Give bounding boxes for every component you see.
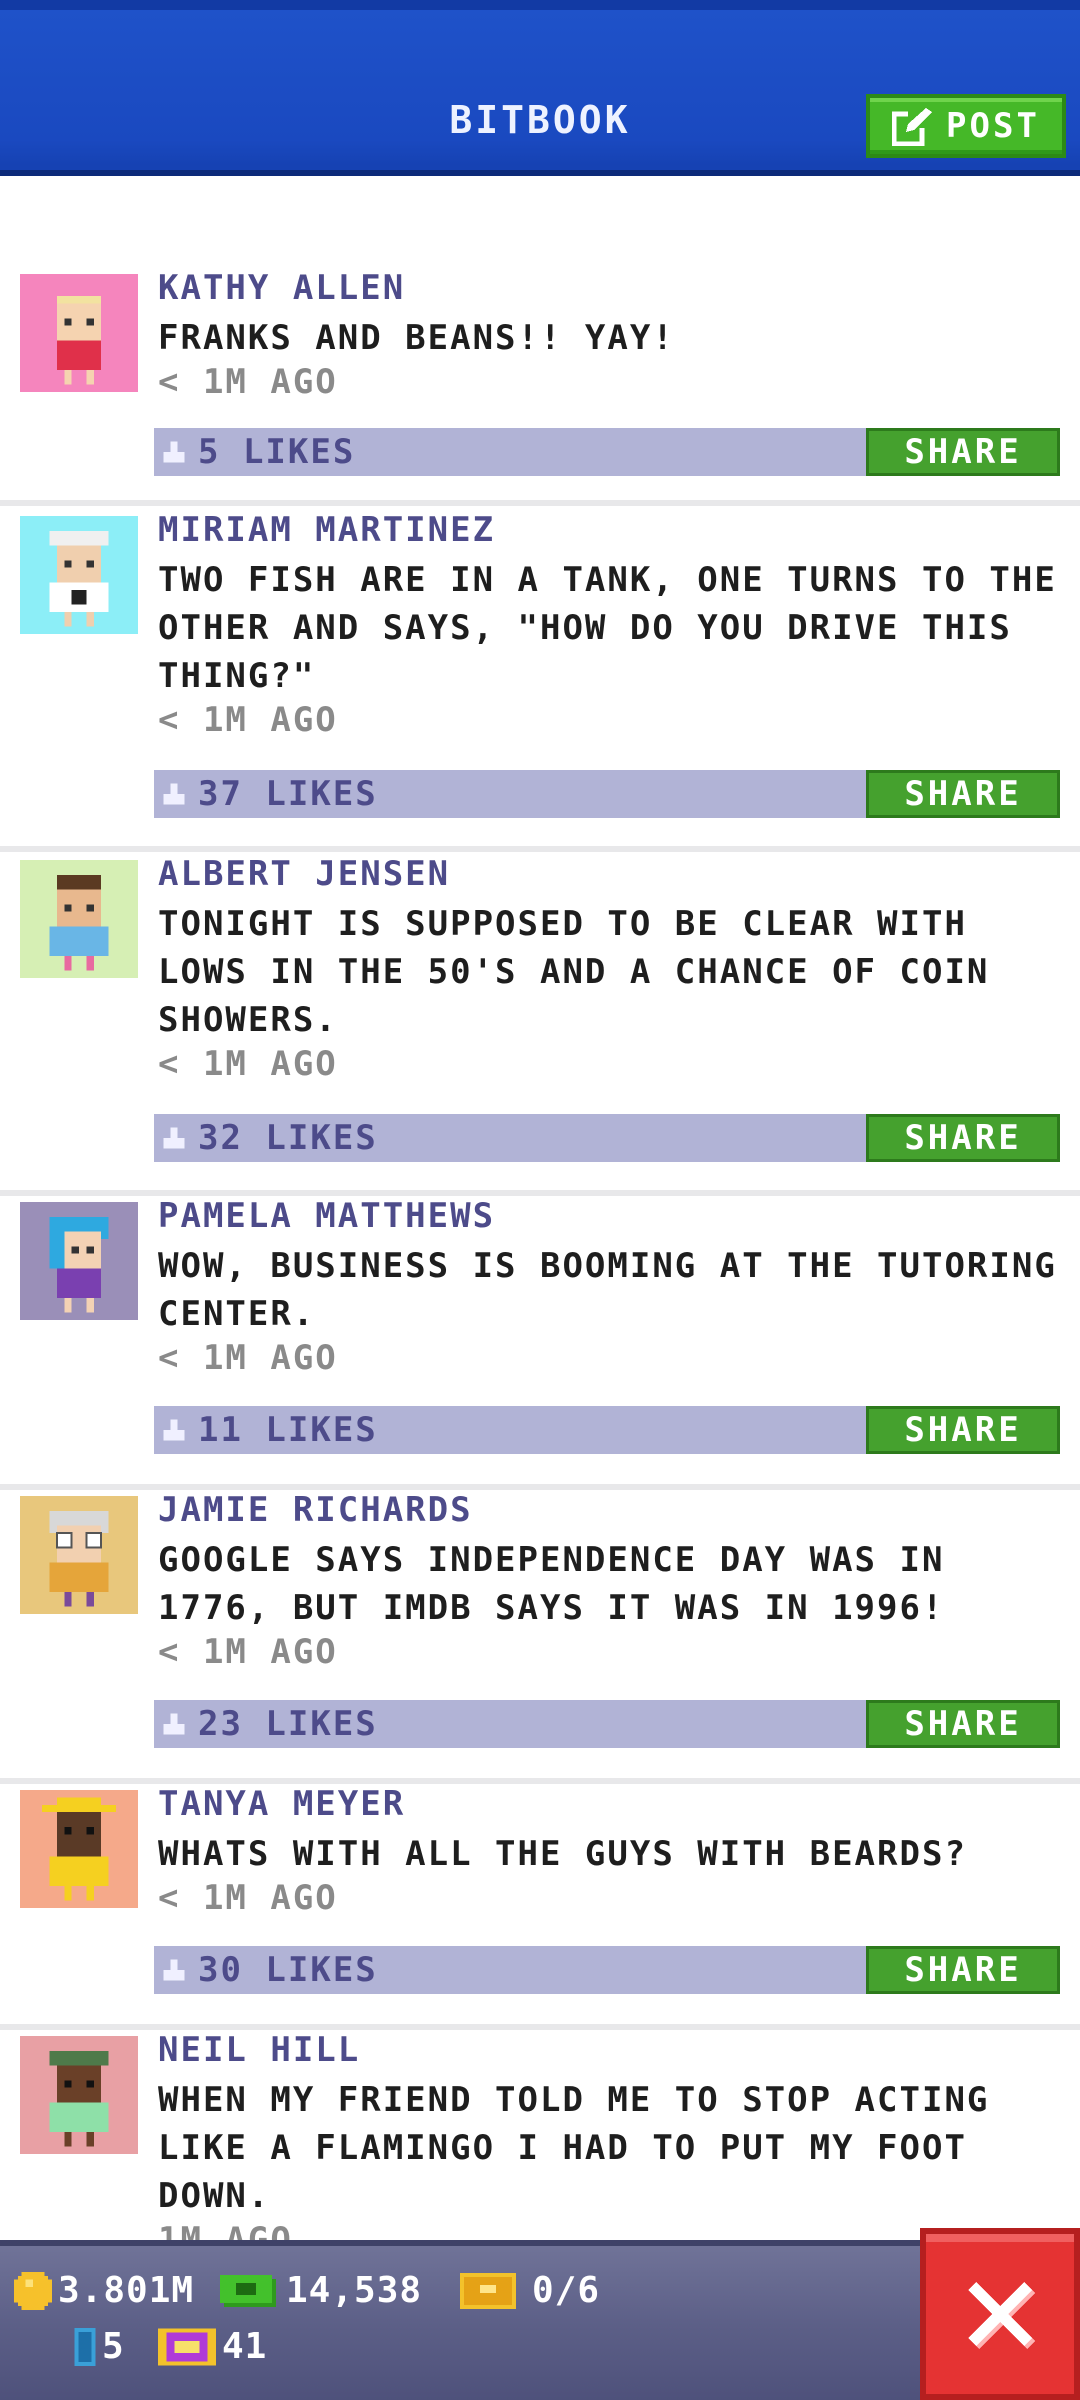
like-button[interactable]: 32 LIKES bbox=[160, 1114, 378, 1162]
bitbook-feed[interactable]: KATHY ALLEN FRANKS AND BEANS!! YAY! < 1M… bbox=[0, 176, 1080, 2240]
post-time: < 1M AGO bbox=[158, 1878, 338, 1918]
likes-count: 5 LIKES bbox=[198, 432, 356, 472]
elevator-key-icon bbox=[74, 2327, 96, 2366]
like-button[interactable]: 30 LIKES bbox=[160, 1946, 378, 1994]
share-button[interactable]: SHARE bbox=[866, 1114, 1060, 1162]
post-message: WHATS WITH ALL THE GUYS WITH BEARDS? bbox=[158, 1834, 967, 1874]
thumbs-up-icon bbox=[163, 783, 185, 805]
vip-icon bbox=[158, 2327, 216, 2366]
avatar bbox=[20, 1790, 138, 1908]
tickets-value: 0/6 bbox=[532, 2270, 601, 2311]
vip-stat[interactable]: 41 bbox=[158, 2326, 267, 2367]
like-button[interactable]: 5 LIKES bbox=[160, 428, 355, 476]
like-button[interactable]: 37 LIKES bbox=[160, 770, 378, 818]
share-button[interactable]: SHARE bbox=[866, 1946, 1060, 1994]
thumbs-up-icon bbox=[163, 1127, 185, 1149]
feed-post: PAMELA MATTHEWS WOW, BUSINESS IS BOOMING… bbox=[0, 1196, 1080, 1490]
avatar bbox=[20, 1202, 138, 1320]
likes-count: 32 LIKES bbox=[198, 1118, 378, 1158]
likes-count: 11 LIKES bbox=[198, 1410, 378, 1450]
app-header: BITBOOK POST bbox=[0, 0, 1080, 176]
post-button-label: POST bbox=[946, 106, 1040, 146]
post-author[interactable]: NEIL HILL bbox=[158, 2030, 360, 2070]
feed-post: MIRIAM MARTINEZ TWO FISH ARE IN A TANK, … bbox=[0, 510, 1080, 852]
avatar bbox=[20, 274, 138, 392]
likes-count: 37 LIKES bbox=[198, 774, 378, 814]
feed-post: TANYA MEYER WHATS WITH ALL THE GUYS WITH… bbox=[0, 1784, 1080, 2030]
post-message: WHEN MY FRIEND TOLD ME TO STOP ACTING LI… bbox=[158, 2080, 990, 2216]
coins-stat[interactable]: 3.801M bbox=[14, 2270, 194, 2311]
bux-icon bbox=[220, 2274, 276, 2307]
vip-value: 41 bbox=[222, 2326, 268, 2367]
feed-post: JAMIE RICHARDS GOOGLE SAYS INDEPENDENCE … bbox=[0, 1490, 1080, 1784]
post-author[interactable]: KATHY ALLEN bbox=[158, 268, 405, 308]
post-button[interactable]: POST bbox=[866, 94, 1066, 158]
likes-bar: 5 LIKES SHARE bbox=[154, 428, 1060, 476]
post-time: < 1M AGO bbox=[158, 1338, 338, 1378]
post-time: < 1M AGO bbox=[158, 1044, 338, 1084]
post-message: WOW, BUSINESS IS BOOMING AT THE TUTORING… bbox=[158, 1246, 1057, 1334]
likes-bar: 11 LIKES SHARE bbox=[154, 1406, 1060, 1454]
thumbs-up-icon bbox=[163, 441, 185, 463]
likes-bar: 30 LIKES SHARE bbox=[154, 1946, 1060, 1994]
thumbs-up-icon bbox=[163, 1959, 185, 1981]
avatar bbox=[20, 516, 138, 634]
likes-count: 23 LIKES bbox=[198, 1704, 378, 1744]
share-button[interactable]: SHARE bbox=[866, 1406, 1060, 1454]
post-author[interactable]: PAMELA MATTHEWS bbox=[158, 1196, 495, 1236]
post-message: GOOGLE SAYS INDEPENDENCE DAY WAS IN 1776… bbox=[158, 1540, 945, 1628]
feed-post: ALBERT JENSEN TONIGHT IS SUPPOSED TO BE … bbox=[0, 854, 1080, 1196]
avatar bbox=[20, 860, 138, 978]
bux-value: 14,538 bbox=[286, 2270, 423, 2311]
feed-post: NEIL HILL WHEN MY FRIEND TOLD ME TO STOP… bbox=[0, 2030, 1080, 2240]
thumbs-up-icon bbox=[163, 1713, 185, 1735]
likes-bar: 23 LIKES SHARE bbox=[154, 1700, 1060, 1748]
feed-post: KATHY ALLEN FRANKS AND BEANS!! YAY! < 1M… bbox=[0, 268, 1080, 506]
elevator-keys-stat[interactable]: 5 bbox=[74, 2326, 125, 2367]
bux-stat[interactable]: 14,538 bbox=[220, 2270, 422, 2311]
post-author[interactable]: MIRIAM MARTINEZ bbox=[158, 510, 495, 550]
likes-bar: 32 LIKES SHARE bbox=[154, 1114, 1060, 1162]
coin-icon bbox=[14, 2271, 52, 2310]
elevator-keys-value: 5 bbox=[102, 2326, 125, 2367]
like-button[interactable]: 11 LIKES bbox=[160, 1406, 378, 1454]
likes-count: 30 LIKES bbox=[198, 1950, 378, 1990]
post-message: TONIGHT IS SUPPOSED TO BE CLEAR WITH LOW… bbox=[158, 904, 990, 1040]
share-button[interactable]: SHARE bbox=[866, 1700, 1060, 1748]
tickets-stat[interactable]: 0/6 bbox=[460, 2270, 600, 2311]
close-icon bbox=[968, 2282, 1036, 2350]
coins-value: 3.801M bbox=[58, 2270, 195, 2311]
likes-bar: 37 LIKES SHARE bbox=[154, 770, 1060, 818]
post-time: 1M AGO bbox=[158, 2220, 293, 2240]
resource-bar: 3.801M 14,538 0/6 5 41 bbox=[0, 2240, 1080, 2400]
post-time: < 1M AGO bbox=[158, 700, 338, 740]
like-button[interactable]: 23 LIKES bbox=[160, 1700, 378, 1748]
share-button[interactable]: SHARE bbox=[866, 428, 1060, 476]
avatar bbox=[20, 1496, 138, 1614]
thumbs-up-icon bbox=[163, 1419, 185, 1441]
post-author[interactable]: ALBERT JENSEN bbox=[158, 854, 450, 894]
post-message: TWO FISH ARE IN A TANK, ONE TURNS TO THE… bbox=[158, 560, 1057, 696]
ticket-icon bbox=[460, 2272, 516, 2309]
post-message: FRANKS AND BEANS!! YAY! bbox=[158, 318, 675, 358]
close-button[interactable] bbox=[920, 2228, 1080, 2400]
post-time: < 1M AGO bbox=[158, 1632, 338, 1672]
share-button[interactable]: SHARE bbox=[866, 770, 1060, 818]
post-author[interactable]: TANYA MEYER bbox=[158, 1784, 405, 1824]
post-author[interactable]: JAMIE RICHARDS bbox=[158, 1490, 473, 1530]
post-time: < 1M AGO bbox=[158, 362, 338, 402]
avatar bbox=[20, 2036, 138, 2154]
edit-icon bbox=[892, 108, 933, 146]
